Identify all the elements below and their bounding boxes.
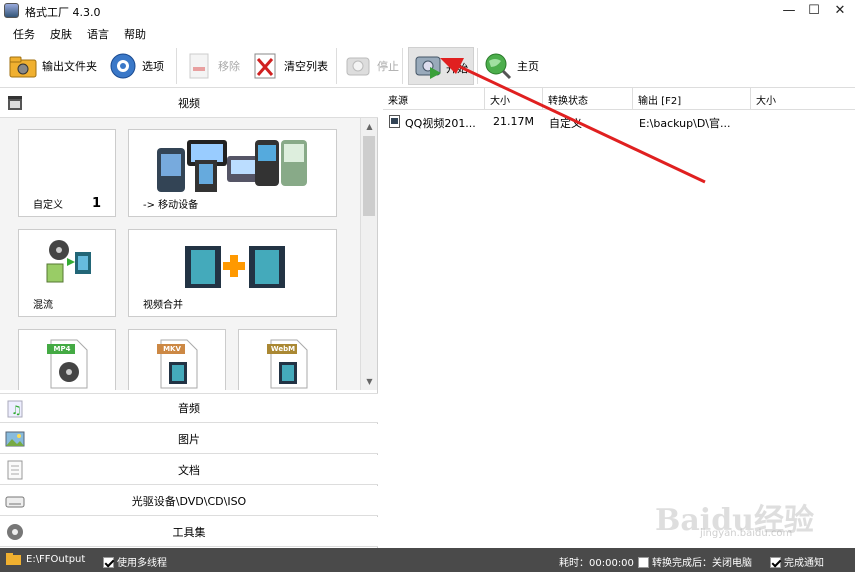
scroll-thumb[interactable] [363,136,375,216]
tile-custom-count: 1 [91,196,101,211]
toolbar-divider [402,48,403,84]
after-done-label: 转换完成后：关闭电脑 [652,558,752,569]
multithread-label: 使用多线程 [117,558,167,569]
maximize-button[interactable]: ☐ [803,2,825,20]
column-output-size[interactable]: 大小 [751,88,855,110]
film-clapper-icon [5,93,25,113]
multithread-option[interactable]: 使用多线程 [103,554,167,569]
elapsed-time: 耗时：00:00:00 [559,558,634,569]
close-button[interactable]: ✕ [829,2,851,20]
video-merge-icon [183,244,287,293]
tile-mobile-label: -> 移动设备 [143,200,199,211]
scroll-up-icon[interactable]: ▲ [364,121,375,132]
tile-custom-label: 自定义 [33,200,63,211]
minimize-button[interactable]: — [778,2,800,20]
remove-label: 移除 [218,60,240,73]
category-tools-label: 工具集 [172,525,206,539]
options-label: 选项 [142,60,164,73]
output-path[interactable]: E:\FFOutput [26,554,85,565]
clear-list-label: 清空列表 [284,60,328,73]
mp4-badge: MP4 [53,345,71,353]
remove-icon [184,51,214,81]
after-done-option[interactable]: 转换完成后：关闭电脑 [638,554,752,569]
notify-label: 完成通知 [784,558,824,569]
music-note-icon: ♫ [5,399,25,419]
video-tiles: 自定义 1 -> 移动设备 混流 视频合并 MP4 MKV WebM [0,118,360,390]
clear-list-button[interactable]: 清空列表 [250,48,328,84]
toolbar-divider [336,48,337,84]
annotation-arrow [440,58,706,184]
tiles-scrollbar[interactable]: ▲ ▼ [360,118,377,390]
mkv-badge: MKV [163,345,181,353]
tile-mux-label: 混流 [33,300,53,311]
clear-list-icon [250,51,280,81]
tile-mobile[interactable]: -> 移动设备 [128,129,337,217]
category-panel: 视频 自定义 1 -> 移动设备 混流 视频合并 MP4 MKV WebM ▲ … [0,88,378,548]
menu-language[interactable]: 语言 [87,26,109,42]
category-document-label: 文档 [178,463,200,477]
category-video-label: 视频 [178,96,200,110]
category-document[interactable]: 文档 [0,455,378,485]
category-video[interactable]: 视频 [0,88,378,118]
window-title: 格式工厂 4.3.0 [25,6,101,19]
output-folder-icon[interactable] [6,552,22,569]
menu-skin[interactable]: 皮肤 [50,26,72,42]
toolbar-divider [176,48,177,84]
stop-button[interactable]: 停止 [343,48,399,84]
output-folder-label: 输出文件夹 [42,60,97,73]
menu-bar: 任务 皮肤 语言 帮助 [0,22,855,44]
tile-mux[interactable]: 混流 [18,229,116,317]
tile-mp4[interactable]: MP4 [18,329,116,390]
mkv-file-icon: MKV [157,338,199,390]
picture-icon [5,429,25,449]
menu-task[interactable]: 任务 [13,26,35,42]
category-audio-label: 音频 [178,402,200,415]
category-audio[interactable]: ♫ 音频 [0,393,378,423]
category-rom-label: 光驱设备\DVD\CD\ISO [131,494,247,508]
scroll-down-icon[interactable]: ▼ [364,376,375,387]
category-rom[interactable]: 光驱设备\DVD\CD\ISO [0,486,378,516]
stop-icon [343,51,373,81]
tile-webm[interactable]: WebM [238,329,337,390]
after-done-checkbox[interactable] [638,557,649,568]
status-bar: E:\FFOutput 使用多线程 耗时：00:00:00 转换完成后：关闭电脑… [0,548,855,572]
tile-custom[interactable]: 自定义 1 [18,129,116,217]
svg-text:♫: ♫ [11,403,22,417]
webm-badge: WebM [270,345,296,353]
notify-option[interactable]: 完成通知 [770,554,824,569]
notify-checkbox[interactable] [770,557,781,568]
gear-icon [108,51,138,81]
category-image-label: 图片 [178,432,200,446]
row-output-size [752,112,852,132]
multithread-checkbox[interactable] [103,557,114,568]
tile-merge[interactable]: 视频合并 [128,229,337,317]
category-tools[interactable]: 工具集 [0,517,378,547]
remove-button[interactable]: 移除 [184,48,240,84]
document-icon [5,460,25,480]
tile-merge-label: 视频合并 [143,300,183,311]
output-folder-button[interactable]: 输出文件夹 [8,48,97,84]
mobile-devices-icon [155,136,311,197]
folder-icon [8,51,38,81]
webm-file-icon: WebM [267,338,309,390]
app-icon [4,3,19,18]
baidu-watermark-url: jingyan.baidu.com [700,528,793,539]
options-button[interactable]: 选项 [108,48,164,84]
file-icon [389,115,400,131]
mp4-file-icon: MP4 [47,338,89,390]
tools-gear-icon [5,522,25,542]
title-bar: 格式工厂 4.3.0 — ☐ ✕ [0,0,855,22]
category-image[interactable]: 图片 [0,424,378,454]
stop-label: 停止 [377,60,399,73]
menu-help[interactable]: 帮助 [124,26,146,42]
mux-icon [43,236,93,289]
tile-mkv[interactable]: MKV [128,329,226,390]
disc-drive-icon [5,491,25,511]
